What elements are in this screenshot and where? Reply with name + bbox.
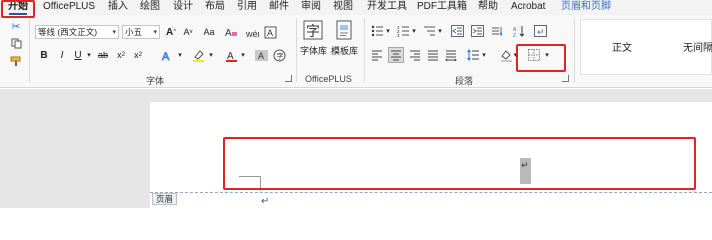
svg-text:A: A — [258, 51, 264, 61]
bold-button[interactable]: B — [38, 48, 50, 62]
header-label: 页眉 — [152, 193, 178, 205]
tab-mailings[interactable]: 邮件 — [269, 0, 289, 15]
sort-icon[interactable]: AZ — [512, 24, 526, 38]
tab-help[interactable]: 帮助 — [478, 0, 498, 15]
tab-acrobat[interactable]: Acrobat — [511, 0, 545, 15]
tab-insert[interactable]: 插入 — [108, 0, 128, 15]
svg-text:A: A — [162, 51, 170, 62]
font-name-select[interactable]: 等线 (西文正文) ▾ — [35, 25, 119, 39]
align-right-icon[interactable] — [408, 48, 422, 62]
template-library-icon[interactable] — [333, 19, 355, 41]
chevron-down-icon[interactable]: ▾ — [436, 24, 444, 38]
chevron-down-icon[interactable]: ▾ — [207, 48, 215, 62]
tab-layout[interactable]: 布局 — [205, 0, 225, 15]
change-case-button[interactable]: Aa — [202, 25, 216, 39]
format-painter-icon[interactable] — [9, 55, 23, 67]
ribbon: ✂ 等线 (西文正文)▾ 小五▾ A^ Av Aa A wén A B I U … — [0, 15, 712, 88]
header-area-highlight — [223, 137, 696, 190]
svg-text:A: A — [267, 28, 273, 38]
strikethrough-button[interactable]: ab — [96, 48, 110, 62]
multilevel-list-icon[interactable] — [422, 24, 436, 38]
align-center-icon[interactable] — [388, 47, 404, 63]
numbering-icon[interactable]: 123 — [396, 24, 410, 38]
font-dialog-launcher-icon[interactable] — [285, 75, 292, 82]
chevron-down-icon: ▾ — [153, 28, 157, 36]
tab-officeplus[interactable]: OfficePLUS — [43, 0, 95, 15]
superscript-button[interactable]: x2 — [131, 48, 145, 62]
chevron-down-icon[interactable]: ▾ — [85, 48, 93, 62]
group-separator — [29, 18, 30, 82]
grow-font-button[interactable]: A ^ — [164, 25, 178, 39]
subscript-button[interactable]: x2 — [114, 48, 128, 62]
svg-text:wén: wén — [246, 29, 259, 38]
decrease-indent-icon[interactable] — [450, 24, 464, 38]
character-shading-icon[interactable]: A — [254, 48, 268, 62]
align-left-icon[interactable] — [370, 48, 384, 62]
header-boundary-line — [150, 192, 712, 193]
paragraph-shading-icon[interactable] — [499, 48, 513, 62]
chevron-down-icon[interactable]: ▾ — [410, 24, 418, 38]
font-library-icon[interactable]: 字 — [302, 19, 324, 41]
tab-pdf-toolbox[interactable]: PDF工具箱 — [417, 0, 467, 15]
chevron-down-icon[interactable]: ▾ — [480, 48, 488, 62]
font-library-button[interactable]: 字体库 — [299, 44, 328, 56]
tab-developer[interactable]: 开发工具 — [367, 0, 407, 15]
text-effects-icon[interactable]: A — [160, 48, 174, 62]
paragraph-dialog-launcher-icon[interactable] — [562, 75, 569, 82]
template-library-button[interactable]: 模板库 — [330, 44, 359, 56]
borders-button-highlight — [516, 44, 566, 72]
tab-draw[interactable]: 绘图 — [140, 0, 160, 15]
svg-text:字: 字 — [276, 51, 283, 60]
increase-indent-icon[interactable] — [470, 24, 484, 38]
officeplus-group-label: OfficePLUS — [305, 74, 352, 84]
underline-button[interactable]: U — [72, 48, 84, 62]
character-border-icon[interactable]: A — [263, 25, 277, 39]
phonetic-guide-icon[interactable]: wén — [245, 25, 259, 39]
bullets-icon[interactable] — [370, 24, 384, 38]
font-group-label: 字体 — [146, 76, 165, 86]
highlight-color-icon[interactable] — [191, 48, 205, 62]
group-separator — [296, 18, 297, 82]
chevron-down-icon[interactable]: ▾ — [384, 24, 392, 38]
chevron-down-icon[interactable]: ▾ — [176, 48, 184, 62]
line-spacing-icon[interactable] — [466, 48, 480, 62]
ribbon-tab-bar: 开始 OfficePLUS 插入 绘图 设计 布局 引用 邮件 审阅 视图 开发… — [0, 0, 712, 15]
svg-text:↵: ↵ — [537, 28, 545, 37]
group-separator — [364, 18, 365, 82]
tab-view[interactable]: 视图 — [333, 0, 353, 15]
svg-text:字: 字 — [306, 24, 320, 40]
svg-text:3: 3 — [397, 33, 400, 37]
tab-design[interactable]: 设计 — [173, 0, 193, 15]
font-size-value: 小五 — [125, 27, 143, 37]
font-name-value: 等线 (西文正文) — [38, 27, 98, 37]
svg-text:A: A — [225, 28, 232, 38]
clear-formatting-icon[interactable]: A — [224, 25, 238, 39]
shrink-font-button[interactable]: Av — [181, 25, 195, 39]
paragraph-mark: ↵ — [261, 196, 270, 207]
style-no-spacing[interactable]: 无间隔 — [683, 39, 712, 54]
cut-icon[interactable]: ✂ — [10, 20, 22, 33]
tab-references[interactable]: 引用 — [237, 0, 257, 15]
chevron-down-icon: ▾ — [112, 28, 116, 36]
font-color-icon[interactable]: A — [224, 48, 238, 62]
distributed-icon[interactable] — [444, 48, 458, 62]
show-formatting-marks-icon[interactable]: ↵ — [533, 24, 547, 38]
tab-header-footer[interactable]: 页眉和页脚 — [561, 0, 611, 15]
paragraph-group-label: 段落 — [455, 76, 474, 86]
tab-review[interactable]: 审阅 — [301, 0, 321, 15]
copy-icon[interactable] — [10, 37, 22, 49]
enclose-characters-icon[interactable]: 字 — [272, 48, 286, 62]
chevron-down-icon[interactable]: ▾ — [239, 48, 247, 62]
group-separator — [574, 18, 575, 82]
style-normal[interactable]: 正文 — [612, 39, 632, 54]
svg-text:Z: Z — [513, 33, 516, 37]
home-tab-highlight — [1, 0, 35, 18]
italic-button[interactable]: I — [56, 48, 68, 62]
font-size-select[interactable]: 小五 ▾ — [122, 25, 160, 39]
chinese-layout-icon[interactable] — [490, 24, 504, 38]
justify-icon[interactable] — [426, 48, 440, 62]
